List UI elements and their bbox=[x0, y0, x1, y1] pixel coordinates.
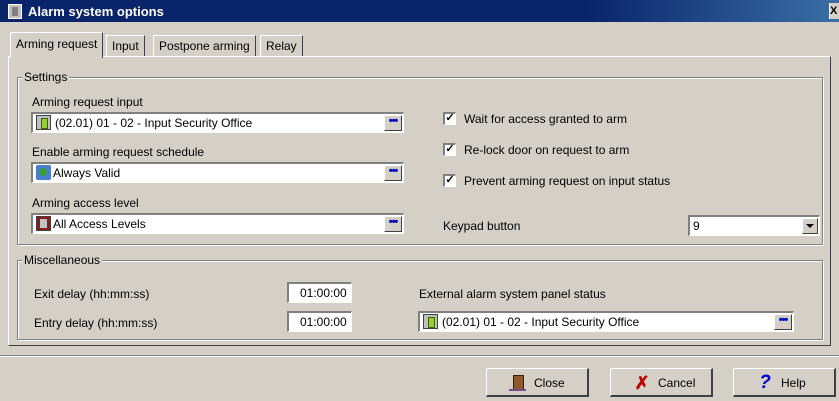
schedule-globe-icon bbox=[36, 165, 51, 180]
keypad-button-value: 9 bbox=[693, 219, 700, 233]
arming-access-level-label: Arming access level bbox=[32, 196, 139, 210]
x-icon: ✗ bbox=[634, 373, 650, 393]
cancel-button-label: Cancel bbox=[658, 376, 696, 390]
wait-access-granted-checkbox-row[interactable]: ✓ Wait for access granted to arm bbox=[443, 111, 703, 127]
enable-schedule-field[interactable]: Always Valid ••• bbox=[31, 162, 404, 183]
access-level-icon bbox=[36, 216, 51, 231]
keypad-button-label: Keypad button bbox=[443, 219, 521, 233]
tab-arming-request[interactable]: Arming request bbox=[10, 32, 104, 58]
exit-delay-input[interactable]: 01:00:00 bbox=[287, 282, 352, 303]
exit-delay-value: 01:00:00 bbox=[300, 286, 347, 300]
enable-schedule-browse-button[interactable]: ••• bbox=[384, 165, 402, 181]
prevent-arming-checkbox-row[interactable]: ✓ Prevent arming request on input status bbox=[443, 173, 703, 189]
external-status-value: (02.01) 01 - 02 - Input Security Office bbox=[442, 315, 640, 329]
keypad-button-select[interactable]: 9 bbox=[688, 215, 820, 236]
external-status-label: External alarm system panel status bbox=[419, 287, 606, 301]
help-button[interactable]: ? Help bbox=[733, 368, 836, 397]
relock-door-label: Re-lock door on request to arm bbox=[464, 143, 630, 157]
arming-request-input-value: (02.01) 01 - 02 - Input Security Office bbox=[55, 116, 253, 130]
wait-access-granted-label: Wait for access granted to arm bbox=[464, 112, 627, 126]
prevent-arming-checkbox[interactable]: ✓ bbox=[443, 174, 456, 187]
close-button[interactable]: Close bbox=[486, 368, 589, 397]
question-icon: ? bbox=[759, 372, 771, 393]
enable-schedule-label: Enable arming request schedule bbox=[32, 145, 205, 159]
tab-relay[interactable]: Relay bbox=[260, 35, 303, 57]
wait-access-granted-checkbox[interactable]: ✓ bbox=[443, 112, 456, 125]
external-status-browse-button[interactable]: ••• bbox=[774, 314, 792, 330]
relock-door-checkbox-row[interactable]: ✓ Re-lock door on request to arm bbox=[443, 142, 703, 158]
arming-request-input-field[interactable]: (02.01) 01 - 02 - Input Security Office … bbox=[31, 112, 404, 133]
entry-delay-value: 01:00:00 bbox=[300, 315, 347, 329]
window-title: Alarm system options bbox=[28, 4, 164, 19]
window-icon bbox=[8, 4, 22, 19]
prevent-arming-label: Prevent arming request on input status bbox=[464, 174, 671, 188]
arming-access-level-browse-button[interactable]: ••• bbox=[384, 216, 402, 232]
door-close-icon bbox=[509, 374, 527, 392]
cancel-button[interactable]: ✗ Cancel bbox=[610, 368, 713, 397]
title-bar: Alarm system options X bbox=[0, 0, 839, 22]
door-input-icon bbox=[423, 314, 438, 329]
close-button-label: Close bbox=[534, 376, 565, 390]
settings-legend: Settings bbox=[22, 70, 70, 84]
arming-access-level-field[interactable]: All Access Levels ••• bbox=[31, 213, 404, 234]
entry-delay-label: Entry delay (hh:mm:ss) bbox=[34, 316, 158, 330]
arming-request-input-label: Arming request input bbox=[32, 95, 143, 109]
arming-request-input-browse-button[interactable]: ••• bbox=[384, 115, 402, 131]
help-button-label: Help bbox=[781, 376, 806, 390]
misc-legend: Miscellaneous bbox=[22, 253, 103, 267]
tab-input[interactable]: Input bbox=[106, 35, 145, 57]
tab-postpone-arming[interactable]: Postpone arming bbox=[153, 35, 256, 57]
relock-door-checkbox[interactable]: ✓ bbox=[443, 143, 456, 156]
external-status-field[interactable]: (02.01) 01 - 02 - Input Security Office … bbox=[418, 311, 794, 332]
bottom-separator bbox=[0, 355, 839, 357]
door-input-icon bbox=[36, 115, 51, 130]
arming-access-level-value: All Access Levels bbox=[53, 217, 146, 231]
entry-delay-input[interactable]: 01:00:00 bbox=[287, 311, 352, 332]
window-close-button[interactable]: X bbox=[829, 3, 839, 19]
chevron-down-icon[interactable] bbox=[802, 218, 818, 234]
enable-schedule-value: Always Valid bbox=[53, 166, 121, 180]
exit-delay-label: Exit delay (hh:mm:ss) bbox=[34, 287, 150, 301]
